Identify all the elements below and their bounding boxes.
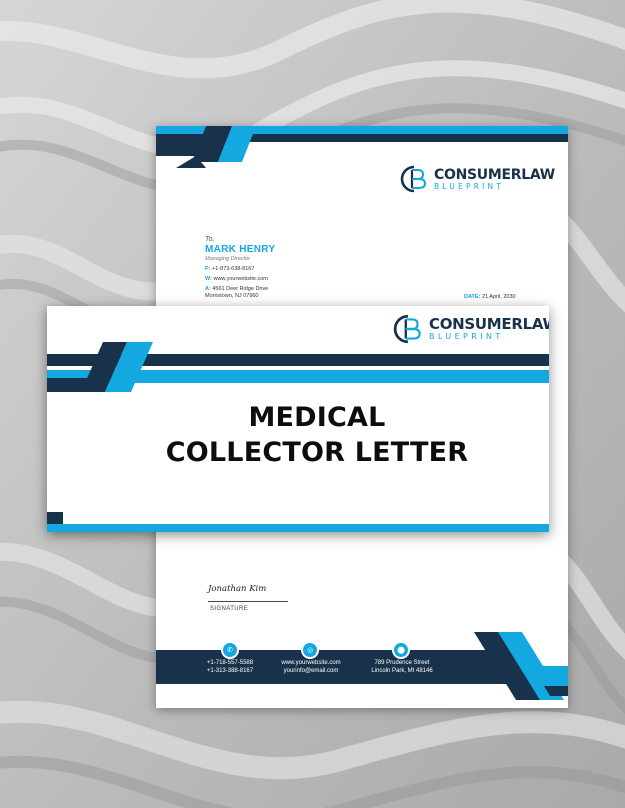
brand-logo: CONSUMERLAW BLUEPRINT	[400, 164, 555, 194]
recipient-address: A: 4561 Deer Ridge Drive	[205, 286, 275, 292]
recipient-block: To, MARK HENRY Managing Director P: +1-8…	[205, 236, 275, 299]
footer-address-1: 789 Prudence Street	[374, 660, 430, 666]
footer-phone-2: +1-313-388-8167	[206, 668, 254, 674]
footer-phones: +1-718-557-5588 +1-313-388-8167	[200, 659, 260, 675]
letter-date: DATE: 21 April, 2030	[464, 294, 516, 300]
signature-label: SIGNATURE	[210, 606, 249, 612]
address-line-1: 4561 Deer Ridge Drive	[212, 286, 269, 292]
banner-brand-logo: CONSUMERLAW BLUEPRINT	[393, 313, 549, 345]
footer-address: 789 Prudence Street Lincoln Park, MI 481…	[362, 659, 442, 675]
title-banner: CONSUMERLAW BLUEPRINT MEDICAL COLLECTOR …	[47, 306, 549, 532]
date-value: 21 April, 2030	[481, 294, 516, 300]
recipient-phone: P: +1-873-638-8167	[205, 266, 275, 272]
website-value: www.yourwebsite.com	[213, 276, 268, 282]
address-line-2: Morristown, NJ 07960	[205, 293, 259, 299]
location-icon: ⬤	[394, 643, 408, 657]
footer-website: www.yourwebsite.com	[281, 660, 341, 666]
date-label: DATE:	[464, 294, 481, 300]
cb-monogram-icon	[400, 165, 427, 193]
banner-title-line-2: COLLECTOR LETTER	[165, 437, 469, 468]
footer-web: www.yourwebsite.com yourinfo@email.com	[271, 659, 351, 675]
phone-icon: ✆	[223, 643, 237, 657]
recipient-role: Managing Director	[205, 256, 250, 262]
recipient-name: MARK HENRY	[205, 244, 276, 255]
globe-icon: ◎	[303, 643, 317, 657]
brand-tagline: BLUEPRINT	[434, 181, 505, 191]
recipient-website: W: www.yourwebsite.com	[205, 276, 275, 282]
signature-script: Jonathan Kim	[208, 584, 267, 594]
footer-email: yourinfo@email.com	[283, 668, 339, 674]
header-stripes	[156, 126, 568, 168]
web-prefix: W:	[205, 276, 212, 282]
footer-phone-1: +1-718-557-5588	[206, 660, 254, 666]
address-prefix: A:	[205, 286, 211, 292]
footer-address-2: Lincoln Park, MI 48146	[371, 668, 433, 674]
cb-monogram-icon	[393, 314, 421, 344]
to-label: To,	[205, 236, 215, 243]
phone-prefix: P:	[205, 266, 211, 272]
brand-name: CONSUMERLAW	[434, 166, 555, 183]
banner-brand-name: CONSUMERLAW	[429, 315, 549, 333]
phone-value: +1-873-638-8167	[212, 266, 255, 272]
banner-brand-tagline: BLUEPRINT	[429, 332, 504, 341]
banner-title-line-1: MEDICAL	[248, 402, 386, 433]
signature-line	[208, 601, 288, 602]
